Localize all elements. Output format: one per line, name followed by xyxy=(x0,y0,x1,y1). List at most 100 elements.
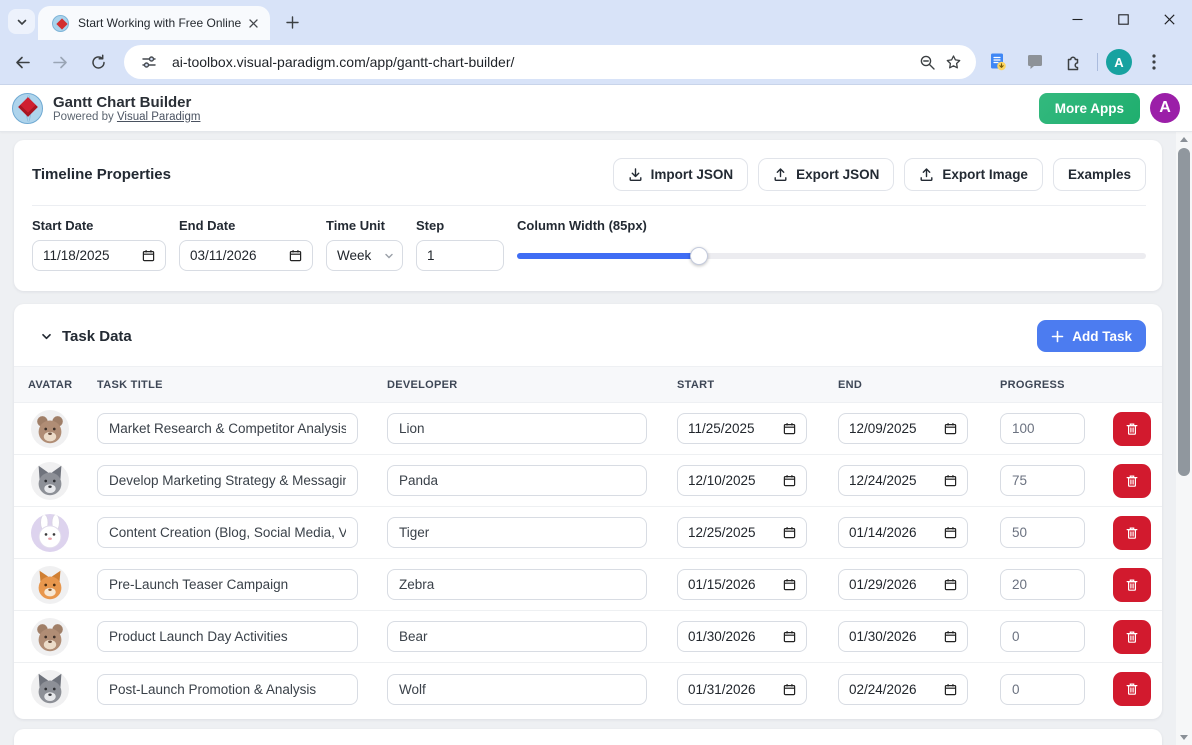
calendar-icon[interactable] xyxy=(783,630,796,643)
add-task-button[interactable]: Add Task xyxy=(1037,320,1146,352)
calendar-icon[interactable] xyxy=(944,683,957,696)
reload-button[interactable] xyxy=(82,46,114,78)
docs-offline-icon[interactable] xyxy=(983,47,1013,77)
calendar-icon[interactable] xyxy=(289,249,302,262)
end-date-input[interactable]: 03/11/2026 xyxy=(179,240,313,271)
task-title-input[interactable] xyxy=(97,517,358,548)
end-date-input[interactable]: 12/24/2025 xyxy=(838,465,968,496)
progress-input[interactable] xyxy=(1000,413,1085,444)
time-unit-select[interactable]: Week xyxy=(326,240,403,271)
scrollbar-up-arrow[interactable] xyxy=(1176,132,1192,147)
start-date-input[interactable]: 01/15/2026 xyxy=(677,569,807,600)
developer-input[interactable] xyxy=(387,621,647,652)
url-text[interactable]: ai-toolbox.visual-paradigm.com/app/gantt… xyxy=(172,54,914,70)
browser-tab[interactable]: Start Working with Free Online xyxy=(38,6,270,40)
calendar-icon[interactable] xyxy=(783,526,796,539)
start-date-input[interactable]: 11/25/2025 xyxy=(677,413,807,444)
task-title-input[interactable] xyxy=(97,569,358,600)
step-input[interactable] xyxy=(416,240,504,271)
task-title-input[interactable] xyxy=(97,674,358,705)
export-json-button[interactable]: Export JSON xyxy=(758,158,894,191)
back-button[interactable] xyxy=(6,46,38,78)
site-settings-icon[interactable] xyxy=(136,49,162,75)
progress-input[interactable] xyxy=(1000,465,1085,496)
progress-input[interactable] xyxy=(1000,569,1085,600)
trash-icon xyxy=(1125,578,1139,592)
end-date-input[interactable]: 01/14/2026 xyxy=(838,517,968,548)
zoom-out-icon[interactable] xyxy=(914,49,940,75)
comment-icon[interactable] xyxy=(1020,47,1050,77)
scrollbar-thumb[interactable] xyxy=(1178,148,1190,476)
start-date-input[interactable]: 01/31/2026 xyxy=(677,674,807,705)
progress-input[interactable] xyxy=(1000,621,1085,652)
delete-task-button[interactable] xyxy=(1113,620,1151,654)
task-title-input[interactable] xyxy=(97,413,358,444)
delete-task-button[interactable] xyxy=(1113,412,1151,446)
calendar-icon[interactable] xyxy=(944,630,957,643)
close-button[interactable] xyxy=(1146,0,1192,38)
app-header: Gantt Chart Builder Powered by Visual Pa… xyxy=(0,85,1192,132)
more-apps-button[interactable]: More Apps xyxy=(1039,93,1140,124)
trash-icon xyxy=(1125,630,1139,644)
calendar-icon[interactable] xyxy=(944,474,957,487)
scrollbar-down-arrow[interactable] xyxy=(1176,730,1192,745)
calendar-icon[interactable] xyxy=(783,474,796,487)
calendar-icon[interactable] xyxy=(783,422,796,435)
browser-profile-avatar[interactable]: A xyxy=(1106,49,1132,75)
calendar-icon[interactable] xyxy=(142,249,155,262)
tab-search-button[interactable] xyxy=(8,9,35,34)
new-tab-button[interactable] xyxy=(280,10,304,34)
start-date-input[interactable]: 01/30/2026 xyxy=(677,621,807,652)
page-scrollbar[interactable] xyxy=(1176,132,1192,745)
progress-input[interactable] xyxy=(1000,674,1085,705)
maximize-button[interactable] xyxy=(1100,0,1146,38)
examples-button[interactable]: Examples xyxy=(1053,158,1146,191)
delete-task-button[interactable] xyxy=(1113,464,1151,498)
extensions-icon[interactable] xyxy=(1057,47,1087,77)
visual-paradigm-link[interactable]: Visual Paradigm xyxy=(117,111,201,123)
task-title-input[interactable] xyxy=(97,465,358,496)
forward-button[interactable] xyxy=(44,46,76,78)
developer-input[interactable] xyxy=(387,413,647,444)
developer-input[interactable] xyxy=(387,674,647,705)
end-date-input[interactable]: 02/24/2026 xyxy=(838,674,968,705)
developer-input[interactable] xyxy=(387,569,647,600)
developer-input[interactable] xyxy=(387,465,647,496)
start-date-input[interactable]: 11/18/2025 xyxy=(32,240,166,271)
calendar-icon[interactable] xyxy=(783,683,796,696)
task-title-input[interactable] xyxy=(97,621,358,652)
progress-input[interactable] xyxy=(1000,517,1085,548)
step-field: Step xyxy=(416,218,504,271)
avatar xyxy=(31,462,69,500)
import-json-button[interactable]: Import JSON xyxy=(613,158,749,191)
powered-by: Powered by Visual Paradigm xyxy=(53,111,200,123)
task-data-collapse[interactable]: Task Data xyxy=(40,328,132,345)
calendar-icon[interactable] xyxy=(944,578,957,591)
table-row: 12/10/2025 12/24/2025 xyxy=(14,455,1162,507)
user-avatar[interactable]: A xyxy=(1150,93,1180,123)
bookmark-star-icon[interactable] xyxy=(940,49,966,75)
tab-close-icon[interactable] xyxy=(245,15,262,32)
delete-task-button[interactable] xyxy=(1113,568,1151,602)
bear-avatar-icon xyxy=(31,410,69,448)
browser-menu-icon[interactable] xyxy=(1139,47,1169,77)
table-header: AVATAR TASK TITLE DEVELOPER START END PR… xyxy=(14,366,1162,403)
export-image-button[interactable]: Export Image xyxy=(904,158,1043,191)
developer-input[interactable] xyxy=(387,517,647,548)
start-date-input[interactable]: 12/25/2025 xyxy=(677,517,807,548)
slider-thumb[interactable] xyxy=(690,247,708,265)
column-width-slider[interactable] xyxy=(517,240,1146,271)
minimize-button[interactable] xyxy=(1054,0,1100,38)
start-date-input[interactable]: 12/10/2025 xyxy=(677,465,807,496)
calendar-icon[interactable] xyxy=(944,526,957,539)
calendar-icon[interactable] xyxy=(783,578,796,591)
delete-task-button[interactable] xyxy=(1113,672,1151,706)
end-date-input[interactable]: 01/30/2026 xyxy=(838,621,968,652)
avatar xyxy=(31,618,69,656)
end-date-input[interactable]: 01/29/2026 xyxy=(838,569,968,600)
end-date-input[interactable]: 12/09/2025 xyxy=(838,413,968,444)
toolbar-divider xyxy=(1097,53,1098,71)
delete-task-button[interactable] xyxy=(1113,516,1151,550)
address-bar[interactable]: ai-toolbox.visual-paradigm.com/app/gantt… xyxy=(124,45,976,79)
calendar-icon[interactable] xyxy=(944,422,957,435)
